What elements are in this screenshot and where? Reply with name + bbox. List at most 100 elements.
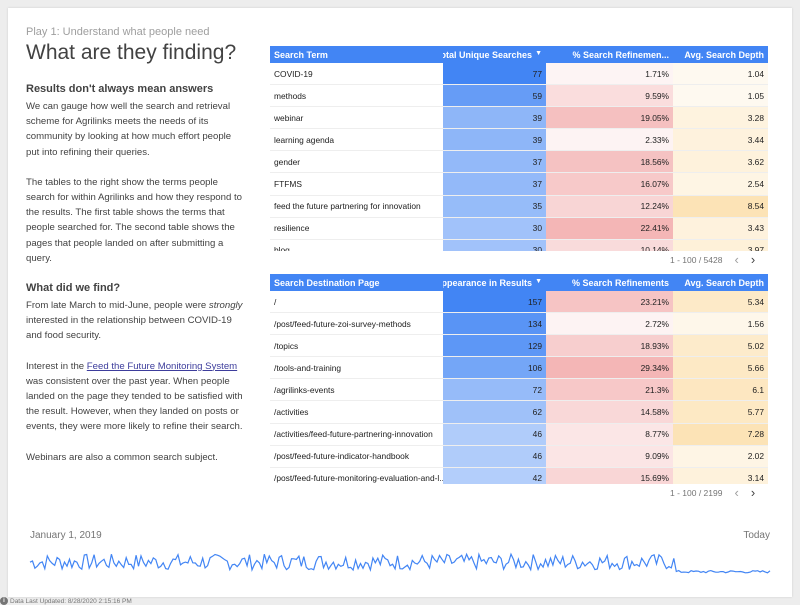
cell-refinement-pct: 15.69% bbox=[546, 467, 673, 484]
table-row[interactable]: /activities/feed-future-partnering-innov… bbox=[270, 423, 768, 446]
data-freshness-footer: i Data Last Updated: 8/28/2020 2:15:16 P… bbox=[0, 597, 132, 605]
column-header-destination-page[interactable]: Search Destination Page bbox=[270, 278, 443, 288]
next-page-icon[interactable]: › bbox=[751, 485, 755, 500]
cell-count: 129 bbox=[443, 335, 546, 357]
cell-label: /tools-and-training bbox=[274, 362, 342, 373]
cell-search-depth: 3.28 bbox=[673, 107, 768, 129]
table-row[interactable]: /post/feed-future-indicator-handbook 46 9.… bbox=[270, 445, 768, 468]
cell-search-depth: 5.34 bbox=[673, 291, 768, 313]
table-row[interactable]: methods 59 9.59% 1.05 bbox=[270, 85, 768, 108]
cell-refinement-pct: 19.05% bbox=[546, 107, 673, 129]
table-row[interactable]: /post/feed-future-monitoring-evaluation-… bbox=[270, 467, 768, 484]
table-row[interactable]: /tools-and-training 106 29.34% 5.66 bbox=[270, 357, 768, 380]
cell-refinement-pct: 18.93% bbox=[546, 335, 673, 357]
cell-count: 46 bbox=[443, 445, 546, 467]
column-header-appearance-in-results[interactable]: Appearance in Results ▼ bbox=[443, 278, 546, 288]
cell-label: feed the future partnering for innovatio… bbox=[274, 201, 421, 212]
cell-label: /post/feed-future-monitoring-evaluation-… bbox=[274, 473, 443, 484]
cell-search-depth: 3.97 bbox=[673, 239, 768, 251]
paragraph-gauge: We can gauge how well the search and ret… bbox=[26, 101, 232, 158]
cell-count: 106 bbox=[443, 357, 546, 379]
cell-label: /activities bbox=[274, 407, 309, 418]
last-updated-text: Data Last Updated: 8/28/2020 2:15:16 PM bbox=[10, 597, 132, 605]
table-row[interactable]: /topics 129 18.93% 5.02 bbox=[270, 335, 768, 358]
prev-page-icon[interactable]: ‹ bbox=[734, 485, 738, 500]
table-row[interactable]: gender 37 18.56% 3.62 bbox=[270, 151, 768, 174]
cell-count: 46 bbox=[443, 423, 546, 445]
cell-label: methods bbox=[274, 90, 307, 101]
paragraph-covid: From late March to mid-June, people were… bbox=[26, 298, 244, 344]
column-header-avg-search-depth[interactable]: Avg. Search Depth bbox=[673, 278, 768, 288]
column-header-search-refinements[interactable]: % Search Refinements bbox=[546, 278, 673, 288]
cell-count: 134 bbox=[443, 313, 546, 335]
cell-search-depth: 5.77 bbox=[673, 401, 768, 423]
page-title: What are they finding? bbox=[26, 41, 237, 64]
table-row[interactable]: /post/feed-future-zoi-survey-methods 134 2… bbox=[270, 313, 768, 336]
cell-refinement-pct: 21.3% bbox=[546, 379, 673, 401]
column-header-total-unique-searches[interactable]: Total Unique Searches ▼ bbox=[443, 50, 546, 60]
pagination-range: 1 - 100 / 5428 bbox=[670, 254, 723, 265]
text-fragment: was consistent over the past year. When … bbox=[26, 375, 243, 433]
sort-desc-icon: ▼ bbox=[535, 49, 542, 57]
column-header-label: Appearance in Results bbox=[443, 277, 533, 288]
cell-label: resilience bbox=[274, 223, 310, 234]
cell-count: 42 bbox=[443, 467, 546, 484]
cell-label: / bbox=[274, 296, 277, 307]
column-header-search-refinements[interactable]: % Search Refinemen... bbox=[546, 50, 673, 60]
cell-search-depth: 3.43 bbox=[673, 217, 768, 239]
report-page: Play 1: Understand what people need What… bbox=[8, 8, 792, 597]
table-row[interactable]: / 157 23.21% 5.34 bbox=[270, 291, 768, 314]
table-row[interactable]: /activities 62 14.58% 5.77 bbox=[270, 401, 768, 424]
search-destination-table: Search Destination Page Appearance in Re… bbox=[270, 274, 768, 484]
prev-page-icon[interactable]: ‹ bbox=[734, 252, 738, 267]
cell-count: 77 bbox=[443, 63, 546, 85]
table-row[interactable]: resilience 30 22.41% 3.43 bbox=[270, 217, 768, 240]
next-page-icon[interactable]: › bbox=[751, 252, 755, 267]
cell-search-depth: 3.62 bbox=[673, 151, 768, 173]
cell-label: /activities/feed-future-partnering-innov… bbox=[274, 429, 433, 440]
timeline-series-line bbox=[29, 552, 771, 574]
cell-search-depth: 3.44 bbox=[673, 129, 768, 151]
cell-count: 35 bbox=[443, 195, 546, 217]
cell-refinement-pct: 12.24% bbox=[546, 195, 673, 217]
cell-refinement-pct: 18.56% bbox=[546, 151, 673, 173]
table-row[interactable]: webinar 39 19.05% 3.28 bbox=[270, 107, 768, 130]
cell-refinement-pct: 16.07% bbox=[546, 173, 673, 195]
column-header-search-term[interactable]: Search Term bbox=[270, 50, 443, 60]
table2-pagination: 1 - 100 / 2199 ‹ › bbox=[670, 485, 755, 500]
table-row[interactable]: blog 30 10.14% 3.97 bbox=[270, 239, 768, 251]
paragraph-webinars: Webinars are also a common search subjec… bbox=[26, 451, 218, 463]
table-row[interactable]: COVID-19 77 1.71% 1.04 bbox=[270, 63, 768, 86]
table-row[interactable]: learning agenda 39 2.33% 3.44 bbox=[270, 129, 768, 152]
cell-search-depth: 6.1 bbox=[673, 379, 768, 401]
cell-count: 37 bbox=[443, 151, 546, 173]
table-row[interactable]: FTFMS 37 16.07% 2.54 bbox=[270, 173, 768, 196]
pagination-range: 1 - 100 / 2199 bbox=[670, 487, 723, 498]
cell-label: learning agenda bbox=[274, 134, 335, 145]
ftf-monitoring-link[interactable]: Feed the Future Monitoring System bbox=[87, 361, 237, 372]
cell-refinement-pct: 23.21% bbox=[546, 291, 673, 313]
cell-count: 37 bbox=[443, 173, 546, 195]
cell-label: /post/feed-future-zoi-survey-methods bbox=[274, 318, 411, 329]
timeline-sparkline bbox=[29, 552, 771, 574]
section-heading-results: Results don't always mean answers bbox=[26, 83, 214, 95]
text-fragment: From late March to mid-June, people were bbox=[26, 300, 209, 312]
cell-search-depth: 5.02 bbox=[673, 335, 768, 357]
cell-refinement-pct: 14.58% bbox=[546, 401, 673, 423]
cell-label: webinar bbox=[274, 112, 304, 123]
cell-refinement-pct: 10.14% bbox=[546, 239, 673, 251]
cell-search-depth: 1.04 bbox=[673, 63, 768, 85]
table-row[interactable]: feed the future partnering for innovatio… bbox=[270, 195, 768, 218]
table-body[interactable]: COVID-19 77 1.71% 1.04 methods 59 9.59% 1.05 web… bbox=[270, 63, 768, 251]
column-header-avg-search-depth[interactable]: Avg. Search Depth bbox=[673, 50, 768, 60]
sort-desc-icon: ▼ bbox=[535, 277, 542, 285]
search-timeline: January 1, 2019 Today bbox=[26, 528, 774, 578]
cell-refinement-pct: 2.33% bbox=[546, 129, 673, 151]
table-body[interactable]: / 157 23.21% 5.34/post/feed-future-zoi-surv… bbox=[270, 291, 768, 484]
emphasis-text: strongly bbox=[208, 300, 243, 312]
cell-label: blog bbox=[274, 245, 290, 251]
table-row[interactable]: /agrilinks-events 72 21.3% 6.1 bbox=[270, 379, 768, 402]
cell-label: FTFMS bbox=[274, 179, 302, 190]
cell-count: 59 bbox=[443, 85, 546, 107]
cell-refinement-pct: 9.09% bbox=[546, 445, 673, 467]
